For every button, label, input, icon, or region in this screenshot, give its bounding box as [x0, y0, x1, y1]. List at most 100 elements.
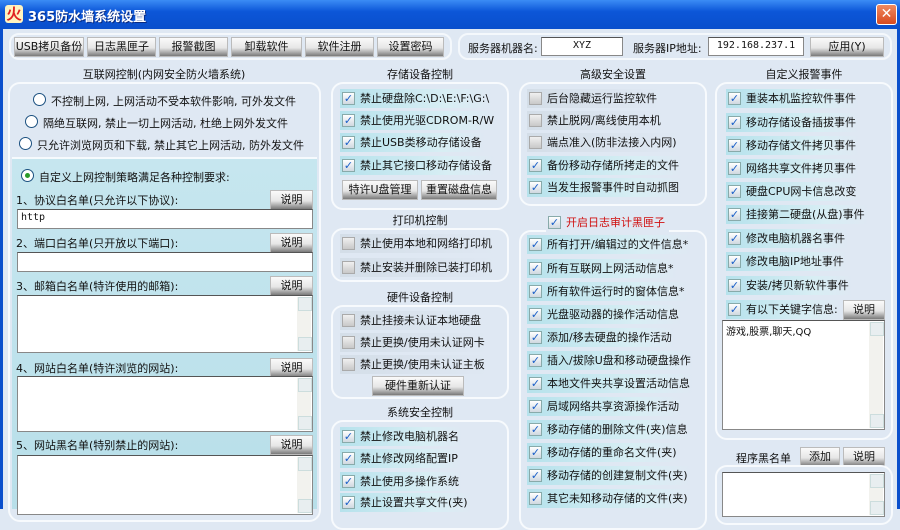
checkbox-alarm[interactable]: ✓ 有以下关键字信息:	[726, 300, 842, 319]
checkbox-audit[interactable]: ✓ 移动存储的创建复制文件(夹)	[527, 466, 692, 485]
audit-toggle[interactable]: ✓ 开启日志审计黑匣子	[546, 213, 669, 232]
radio-label: 不控制上网, 上网活动不受本软件影响, 可外发文件	[51, 95, 296, 108]
storage-title: 存储设备控制	[387, 68, 453, 81]
keyword-explain-button[interactable]: 说明	[843, 300, 885, 320]
apply-button[interactable]: 应用(Y)	[810, 37, 884, 57]
checkbox-advanced[interactable]: 禁止脱网/离线使用本机	[527, 111, 665, 130]
list-input[interactable]: http	[17, 209, 313, 229]
checkbox-advanced[interactable]: ✓ 备份移动存储所拷走的文件	[527, 156, 683, 175]
list-input[interactable]	[17, 252, 313, 272]
list-textarea[interactable]	[17, 376, 313, 432]
checkbox-alarm[interactable]: ✓ 重装本机监控软件事件	[726, 89, 860, 108]
toolbar-button[interactable]: 日志黑匣子	[87, 37, 156, 57]
blacklist-explain-button[interactable]: 说明	[843, 447, 885, 467]
checkbox-audit[interactable]: ✓ 光盘驱动器的操作活动信息	[527, 305, 683, 324]
checkbox-storage[interactable]: ✓ 禁止硬盘除C:\D:\E:\F:\G:\	[340, 89, 494, 108]
blacklist-textarea[interactable]	[722, 472, 885, 517]
explain-button[interactable]: 说明	[270, 233, 313, 253]
list-textarea[interactable]	[17, 295, 313, 353]
checkbox-label: 后台隐藏运行监控软件	[547, 92, 657, 105]
hardware-reauth-button[interactable]: 硬件重新认证	[372, 376, 464, 396]
radio-icon	[33, 93, 46, 106]
check-icon: ✓	[728, 255, 741, 268]
checkbox-audit[interactable]: ✓ 局域网络共享资源操作活动	[527, 397, 683, 416]
radio-label: 自定义上网控制策略满足各种控制要求:	[39, 171, 230, 184]
explain-button[interactable]: 说明	[270, 358, 313, 378]
checkbox-audit[interactable]: ✓ 所有互联网上网活动信息*	[527, 259, 678, 278]
allow-usb-button[interactable]: 特许U盘管理	[342, 180, 418, 200]
policy-radio[interactable]: 隔绝互联网, 禁止一切上网活动, 杜绝上网外发文件	[25, 115, 288, 131]
scrollbar[interactable]	[297, 457, 312, 513]
checkbox-audit[interactable]: ✓ 插入/拔除U盘和移动硬盘操作	[527, 351, 695, 370]
checkbox-hardware[interactable]: 禁止更换/使用未认证主板	[340, 355, 489, 374]
checkbox-label: 禁止修改电脑机器名	[360, 430, 459, 443]
keyword-textarea[interactable]: 游戏,股票,聊天,QQ	[722, 320, 885, 430]
reset-disk-button[interactable]: 重置磁盘信息	[421, 180, 497, 200]
check-icon: ✓	[529, 400, 542, 413]
checkbox-label: 当发生报警事件时自动抓图	[547, 181, 679, 194]
checkbox-advanced[interactable]: 后台隐藏运行监控软件	[527, 89, 661, 108]
toolbar-button[interactable]: 卸载软件	[231, 37, 302, 57]
checkbox-hardware[interactable]: 禁止挂接未认证本地硬盘	[340, 311, 485, 330]
scrollbar[interactable]	[297, 378, 312, 430]
check-icon: ✓	[728, 208, 741, 221]
checkbox-printer[interactable]: 禁止使用本地和网络打印机	[340, 234, 496, 253]
toolbar-button[interactable]: 报警截图	[159, 37, 228, 57]
explain-button[interactable]: 说明	[270, 190, 313, 210]
toolbar-button[interactable]: 软件注册	[305, 37, 374, 57]
checkbox-printer[interactable]: 禁止安装并删除已装打印机	[340, 258, 496, 277]
policy-radio[interactable]: 只允许浏览网页和下载, 禁止其它上网活动, 防外发文件	[19, 137, 304, 153]
explain-button[interactable]: 说明	[270, 276, 313, 296]
keyword-value: 游戏,股票,聊天,QQ	[726, 327, 812, 338]
server-ip-input[interactable]: 192.168.237.1	[708, 37, 804, 56]
checkbox-audit[interactable]: ✓ 移动存储的删除文件(夹)信息	[527, 420, 692, 439]
checkbox-audit[interactable]: ✓ 所有软件运行时的窗体信息*	[527, 282, 689, 301]
scrollbar[interactable]	[869, 322, 884, 428]
checkbox-audit[interactable]: ✓ 本地文件夹共享设置活动信息	[527, 374, 694, 393]
close-button[interactable]: ✕	[876, 4, 897, 25]
check-icon: ✓	[529, 446, 542, 459]
checkbox-system[interactable]: ✓ 禁止使用多操作系统	[340, 472, 463, 491]
scrollbar[interactable]	[297, 297, 312, 351]
checkbox-alarm[interactable]: ✓ 硬盘CPU网卡信息改变	[726, 182, 861, 201]
checkbox-hardware[interactable]: 禁止更换/使用未认证网卡	[340, 333, 489, 352]
checkbox-label: 局域网络共享资源操作活动	[547, 400, 679, 413]
checkbox-advanced[interactable]: ✓ 当发生报警事件时自动抓图	[527, 178, 683, 197]
check-icon: ✓	[342, 159, 355, 172]
checkbox-label: 禁止修改网络配置IP	[360, 452, 458, 465]
check-icon: ✓	[728, 139, 741, 152]
check-icon	[342, 358, 355, 371]
checkbox-alarm[interactable]: ✓ 移动存储设备插拔事件	[726, 113, 860, 132]
checkbox-audit[interactable]: ✓ 所有打开/编辑过的文件信息*	[527, 235, 693, 254]
toolbar-button[interactable]: 设置密码	[377, 37, 444, 57]
alarm-title: 自定义报警事件	[765, 68, 843, 81]
printer-title: 打印机控制	[392, 214, 448, 227]
check-icon	[529, 114, 542, 127]
checkbox-alarm[interactable]: ✓ 挂接第二硬盘(从盘)事件	[726, 205, 869, 224]
checkbox-audit[interactable]: ✓ 其它未知移动存储的文件(夹)	[527, 489, 692, 508]
list-textarea[interactable]	[17, 455, 313, 515]
check-icon: ✓	[529, 181, 542, 194]
policy-radio[interactable]: 自定义上网控制策略满足各种控制要求:	[21, 169, 230, 185]
checkbox-alarm[interactable]: ✓ 修改电脑IP地址事件	[726, 252, 848, 271]
checkbox-audit[interactable]: ✓ 添加/移去硬盘的操作活动	[527, 328, 676, 347]
checkbox-storage[interactable]: ✓ 禁止使用光驱CDROM-R/W	[340, 111, 499, 130]
checkbox-system[interactable]: ✓ 禁止修改网络配置IP	[340, 449, 462, 468]
toolbar-button[interactable]: USB拷贝备份	[14, 37, 84, 57]
checkbox-storage[interactable]: ✓ 禁止其它接口移动存储设备	[340, 156, 496, 175]
checkbox-alarm[interactable]: ✓ 安装/拷贝新软件事件	[726, 276, 853, 295]
checkbox-system[interactable]: ✓ 禁止设置共享文件(夹)	[340, 493, 472, 512]
explain-button[interactable]: 说明	[270, 435, 313, 455]
checkbox-storage[interactable]: ✓ 禁止USB类移动存储设备	[340, 133, 486, 152]
checkbox-advanced[interactable]: 端点准入(防非法接入内网)	[527, 133, 681, 152]
checkbox-alarm[interactable]: ✓ 网络共享文件拷贝事件	[726, 159, 860, 178]
checkbox-alarm[interactable]: ✓ 修改电脑机器名事件	[726, 229, 849, 248]
server-name-input[interactable]: XYZ	[541, 37, 623, 56]
checkbox-audit[interactable]: ✓ 移动存储的重命名文件(夹)	[527, 443, 681, 462]
checkbox-alarm[interactable]: ✓ 移动存储文件拷贝事件	[726, 136, 860, 155]
policy-radio[interactable]: 不控制上网, 上网活动不受本软件影响, 可外发文件	[33, 93, 296, 109]
radio-icon	[25, 115, 38, 128]
blacklist-add-button[interactable]: 添加	[800, 447, 840, 467]
check-icon: ✓	[342, 496, 355, 509]
checkbox-system[interactable]: ✓ 禁止修改电脑机器名	[340, 427, 463, 446]
